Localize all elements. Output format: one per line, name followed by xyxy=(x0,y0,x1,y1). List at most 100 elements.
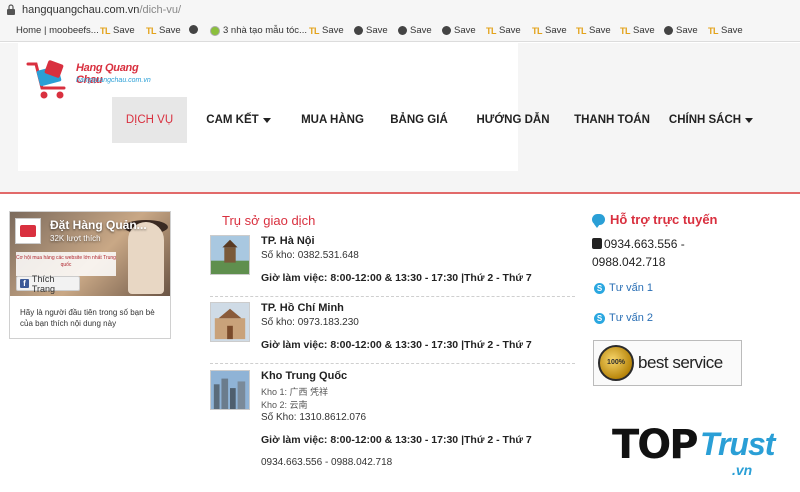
logo-subtitle: hangquangchau.com.vn xyxy=(76,77,151,84)
bookmark-item[interactable]: Save xyxy=(398,25,432,36)
nav-item[interactable]: DỊCH VỤ xyxy=(112,97,187,143)
best-service-text: best service xyxy=(638,353,723,372)
facebook-like-button[interactable]: f Thích Trang xyxy=(16,273,80,294)
office-line: Kho 2: 云南 xyxy=(261,400,308,410)
caret-down-icon xyxy=(745,117,754,123)
bookmark-label: Save xyxy=(721,25,743,36)
globe-icon xyxy=(398,26,407,35)
office-name: TP. Hồ Chí Minh xyxy=(261,302,344,314)
office-line: Số kho: 0973.183.230 xyxy=(261,317,359,328)
support-phones: 0934.663.556 - 0988.042.718 xyxy=(592,235,685,271)
facebook-page-thumbnail[interactable] xyxy=(15,218,41,244)
facebook-page-name[interactable]: Đặt Hàng Quản... xyxy=(50,218,147,232)
office-hours: Giờ làm việc: 8:00-12:00 & 13:30 - 17:30… xyxy=(261,339,532,351)
bookmark-item[interactable]: TL Save xyxy=(708,25,743,36)
main-nav: DỊCH VỤ CAM KẾT MUA HÀNG BẢNG GIÁ HƯỚNG DẪN T… xyxy=(112,97,761,143)
hanoi-photo xyxy=(210,235,250,275)
check-icon xyxy=(210,25,220,36)
advisor-label: Tư vấn 1 xyxy=(609,282,654,294)
toptrust-logo[interactable]: TOP Trust .vn xyxy=(612,410,792,482)
nav-item[interactable]: MUA HÀNG xyxy=(290,97,375,143)
best-service-badge[interactable]: 100% best service xyxy=(593,340,742,386)
url-host: hangquangchau.com.vn xyxy=(22,4,140,16)
cart-logo-icon xyxy=(26,60,66,99)
tl-icon: TL xyxy=(708,25,719,36)
office-line: Số Kho: 1310.8612.076 xyxy=(261,412,367,423)
phone-icon xyxy=(592,238,602,249)
tl-icon: TL xyxy=(620,25,631,36)
office-hours: Giờ làm việc: 8:00-12:00 & 13:30 - 17:30… xyxy=(261,434,532,446)
nav-item[interactable]: BẢNG GIÁ xyxy=(375,97,463,143)
facebook-cover-image[interactable]: Đặt Hàng Quản... 32K lượt thích Cơ hội m… xyxy=(10,212,170,296)
header-divider xyxy=(0,192,800,194)
nav-item[interactable]: THANH TOÁN xyxy=(563,97,661,143)
bookmark-item[interactable]: Save xyxy=(354,25,388,36)
office-line: Số kho: 0382.531.648 xyxy=(261,250,359,261)
bookmark-label: Save xyxy=(410,25,432,36)
bookmark-item[interactable]: TL Save xyxy=(309,25,344,36)
bookmark-item[interactable]: Home | moobeefs... xyxy=(16,25,99,36)
bookmark-item[interactable]: 3 nhà tạo mẫu tóc... xyxy=(210,25,307,36)
cover-person-shape xyxy=(128,222,164,294)
bookmark-item[interactable] xyxy=(189,25,201,34)
bookmark-item[interactable]: Save xyxy=(442,25,476,36)
bookmark-item[interactable]: TL Save xyxy=(620,25,655,36)
support-phone-2: 0988.042.718 xyxy=(592,255,666,269)
china-photo xyxy=(210,370,250,410)
bookmark-item[interactable]: Save xyxy=(664,25,698,36)
bookmark-label: Save xyxy=(676,25,698,36)
hcm-photo xyxy=(210,302,250,342)
nav-item[interactable]: CAM KẾT xyxy=(187,97,290,143)
caret-down-icon xyxy=(262,117,271,123)
office-name: TP. Hà Nội xyxy=(261,235,315,247)
bookmark-label: Save xyxy=(633,25,655,36)
bookmark-item[interactable]: TL Save xyxy=(486,25,521,36)
bookmark-label: Save xyxy=(113,25,135,36)
bookmark-label: Save xyxy=(366,25,388,36)
tl-icon: TL xyxy=(309,25,320,36)
url-text[interactable]: hangquangchau.com.vn/dich-vu/ xyxy=(22,4,181,16)
support-phone-1: 0934.663.556 - xyxy=(604,237,685,251)
bookmark-item[interactable]: TL Save xyxy=(146,25,181,36)
nav-item-label: HƯỚNG DẪN xyxy=(476,114,550,126)
advisor-label: Tư vấn 2 xyxy=(609,312,654,324)
bookmarks-bar: Home | moobeefs... TL Save TL Save 3 nhà tạo … xyxy=(0,20,800,42)
facebook-page-widget[interactable]: Đặt Hàng Quản... 32K lượt thích Cơ hội m… xyxy=(9,211,171,339)
tl-icon: TL xyxy=(532,25,543,36)
like-button-label: Thích Trang xyxy=(31,273,56,294)
tl-icon: TL xyxy=(576,25,587,36)
facebook-like-count: 32K lượt thích xyxy=(50,234,101,243)
medal-icon: 100% xyxy=(598,345,634,381)
globe-icon xyxy=(189,25,198,34)
tl-icon: TL xyxy=(146,25,157,36)
bookmark-item[interactable]: TL Save xyxy=(100,25,135,36)
offices-title: Trụ sở giao dịch xyxy=(222,213,316,228)
nav-item[interactable]: CHÍNH SÁCH xyxy=(661,97,761,143)
advisor-link-1[interactable]: S Tư vấn 1 xyxy=(594,282,653,294)
address-bar[interactable]: hangquangchau.com.vn/dich-vu/ xyxy=(0,0,800,20)
office-hanoi: TP. Hà Nội Số kho: 0382.531.648 Giờ làm … xyxy=(210,235,575,297)
nav-item-label: THANH TOÁN xyxy=(574,114,650,126)
bookmark-label: Save xyxy=(322,25,344,36)
lock-icon xyxy=(7,4,15,15)
bookmark-label: Save xyxy=(499,25,521,36)
site-logo[interactable]: Hang Quang Chau hangquangchau.com.vn xyxy=(24,58,154,102)
office-hours: Giờ làm việc: 8:00-12:00 & 13:30 - 17:30… xyxy=(261,272,532,284)
facebook-prompt-text: Hãy là người đầu tiên trong số bạn bè củ… xyxy=(20,308,155,328)
advisor-link-2[interactable]: S Tư vấn 2 xyxy=(594,312,653,324)
bookmark-label: Home | moobeefs... xyxy=(16,25,99,36)
chat-icon xyxy=(592,214,605,228)
nav-item[interactable]: HƯỚNG DẪN xyxy=(463,97,563,143)
nav-item-label: CHÍNH SÁCH xyxy=(668,114,742,126)
bookmark-item[interactable]: TL Save xyxy=(532,25,567,36)
footer-phones: 0934.663.556 - 0988.042.718 xyxy=(261,457,393,468)
support-title: Hỗ trợ trực tuyến xyxy=(592,212,718,228)
office-hcm: TP. Hồ Chí Minh Số kho: 0973.183.230 Giờ… xyxy=(210,302,575,364)
skype-icon: S xyxy=(594,312,605,324)
support-title-text: Hỗ trợ trực tuyến xyxy=(610,212,718,227)
toptrust-top-text: TOP xyxy=(612,422,699,468)
url-path: /dich-vu/ xyxy=(139,4,182,16)
tl-icon: TL xyxy=(486,25,497,36)
office-line: Kho 1: 广西 凭祥 xyxy=(261,387,329,397)
bookmark-item[interactable]: TL Save xyxy=(576,25,611,36)
